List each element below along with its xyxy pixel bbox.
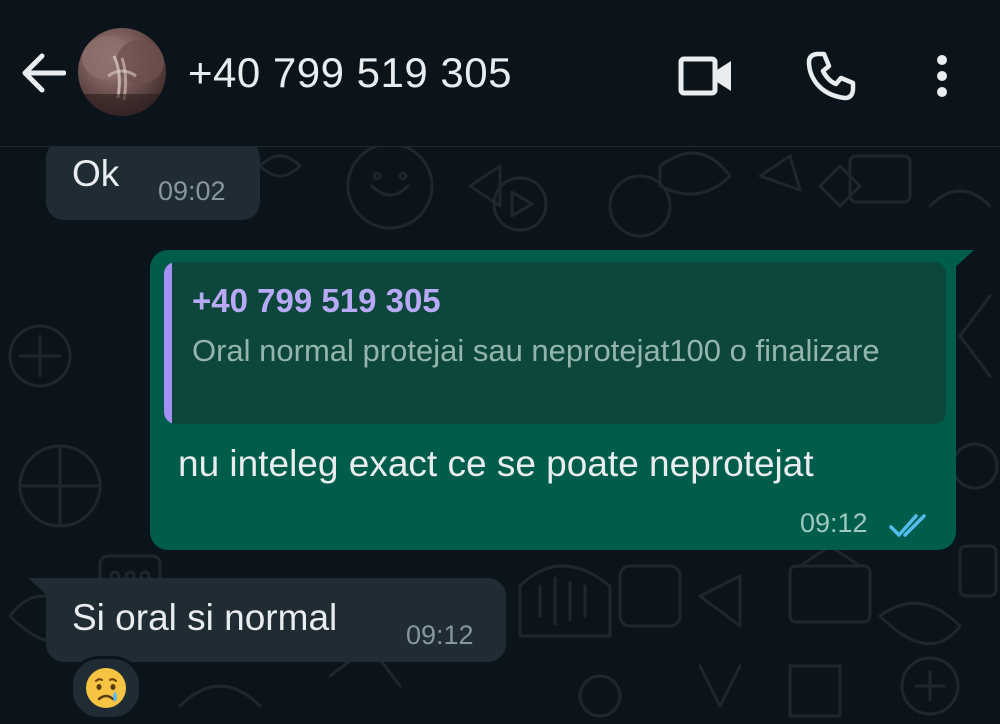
voice-call-button[interactable] [803, 48, 859, 104]
chat-header: +40 799 519 305 [0, 0, 1000, 147]
crying-face-emoji-icon [86, 668, 126, 708]
contact-name[interactable]: +40 799 519 305 [188, 48, 512, 98]
message-bubble-incoming[interactable]: Si oral si normal 09:12 [46, 578, 506, 662]
message-bubble-incoming[interactable]: Ok 09:02 [46, 146, 260, 220]
message-bubble-outgoing[interactable]: +40 799 519 305 Oral normal protejai sau… [150, 250, 956, 550]
avatar[interactable] [78, 28, 166, 116]
back-button[interactable] [18, 50, 68, 96]
message-time: 09:02 [158, 176, 226, 206]
arrow-left-icon [22, 53, 66, 93]
video-call-button[interactable] [678, 48, 734, 104]
message-list[interactable]: Ok 09:02 +40 799 519 305 Oral normal pro… [0, 146, 1000, 724]
bubble-tail [28, 578, 50, 598]
message-reaction[interactable] [70, 656, 142, 720]
message-text: nu inteleg exact ce se poate neprotejat [178, 443, 814, 484]
chat-screen: +40 799 519 305 Ok 09:02 +40 799 519 305… [0, 0, 1000, 724]
quote-accent-bar [164, 262, 172, 424]
bubble-tail [952, 250, 974, 270]
message-time: 09:12 [800, 508, 868, 538]
quoted-text: Oral normal protejai sau neprotejat100 o… [192, 333, 880, 368]
double-check-read-icon [889, 514, 926, 537]
message-text: Ok [72, 153, 120, 194]
more-vertical-icon [937, 55, 947, 97]
video-camera-icon [678, 56, 731, 96]
message-text: Si oral si normal [72, 597, 338, 638]
quoted-message[interactable]: +40 799 519 305 Oral normal protejai sau… [164, 262, 946, 424]
quoted-author: +40 799 519 305 [192, 282, 441, 319]
phone-icon [806, 51, 856, 101]
more-options-button[interactable] [914, 48, 970, 104]
avatar-image [78, 36, 166, 116]
message-time: 09:12 [406, 620, 474, 650]
